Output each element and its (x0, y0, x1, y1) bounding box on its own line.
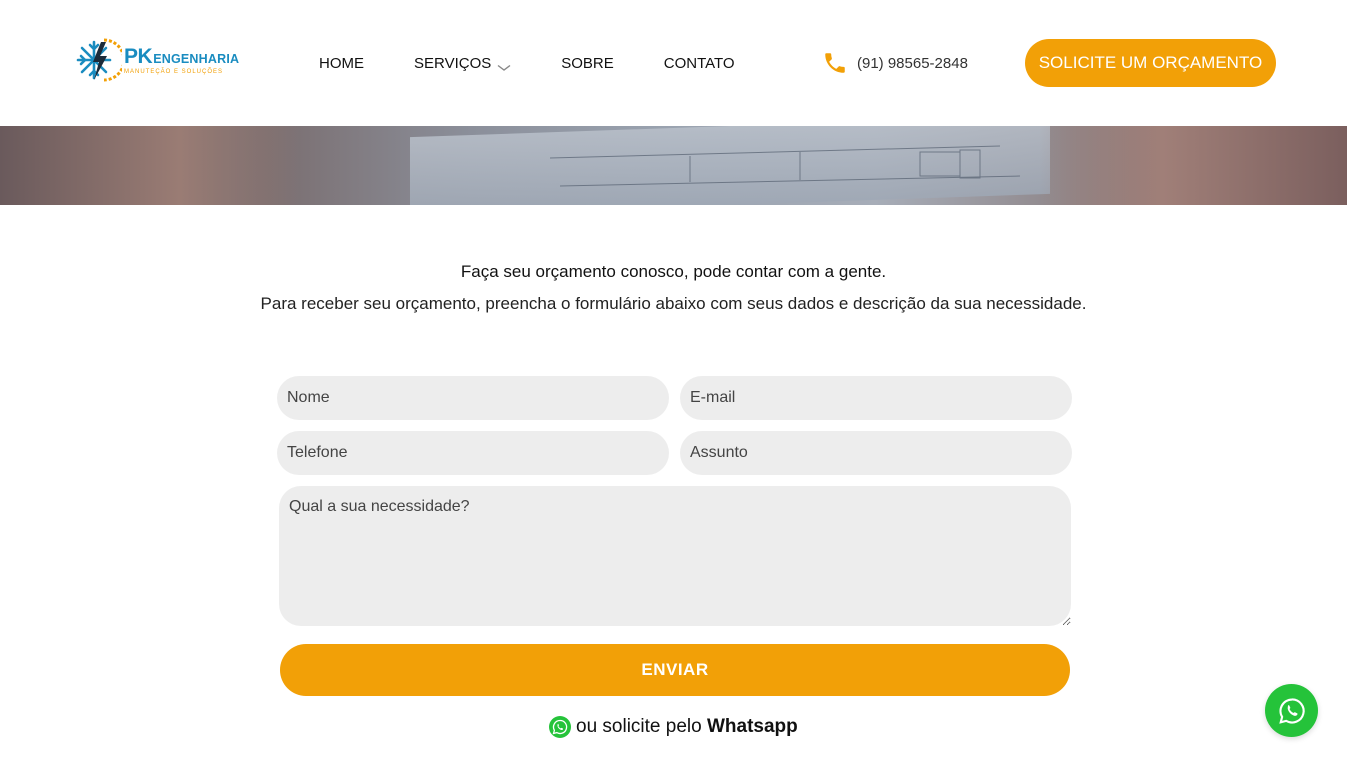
logo-wordmark: PK ENGENHARIA MANUTEÇÃO E SOLUÇÕES (124, 46, 239, 75)
site-header: PK ENGENHARIA MANUTEÇÃO E SOLUÇÕES HOME … (0, 0, 1347, 126)
header-phone[interactable]: (91) 98565-2848 (822, 50, 968, 76)
whatsapp-link[interactable]: ou solicite pelo Whatsapp (548, 714, 798, 740)
nav-contato[interactable]: CONTATO (664, 55, 735, 72)
hero-sketch-lines (549, 145, 1021, 187)
nav-contato-label: CONTATO (663, 54, 735, 72)
nav-home[interactable]: HOME (319, 55, 364, 72)
chevron-down-icon (497, 59, 511, 71)
intro-section: Faça seu orçamento conosco, pode contar … (0, 262, 1347, 314)
whatsapp-icon (548, 715, 572, 739)
nav-sobre-label: SOBRE (561, 54, 614, 72)
logo-engenharia: ENGENHARIA (153, 51, 240, 66)
main-nav: HOME SERVIÇOS SOBRE CONTATO (319, 52, 735, 74)
intro-title: Faça seu orçamento conosco, pode contar … (460, 262, 887, 281)
nav-servicos-label: SERVIÇOS (414, 54, 492, 72)
subject-input[interactable] (680, 431, 1072, 475)
logo[interactable]: PK ENGENHARIA MANUTEÇÃO E SOLUÇÕES (74, 36, 239, 84)
whatsapp-text: ou solicite pelo Whatsapp (576, 716, 798, 738)
snowflake-bolt-logo-icon (74, 36, 126, 84)
request-quote-button[interactable]: SOLICITE UM ORÇAMENTO (1025, 39, 1276, 87)
nav-servicos[interactable]: SERVIÇOS (414, 55, 511, 72)
whatsapp-prefix: ou solicite pelo (576, 716, 707, 737)
nav-home-label: HOME (319, 54, 364, 72)
submit-button[interactable]: ENVIAR (280, 644, 1070, 696)
logo-tagline: MANUTEÇÃO E SOLUÇÕES (124, 68, 224, 75)
email-input[interactable] (680, 376, 1072, 420)
whatsapp-label: Whatsapp (706, 716, 798, 737)
phone-input[interactable] (277, 431, 669, 475)
hero-arm-right (1040, 126, 1347, 205)
message-textarea[interactable] (279, 486, 1071, 626)
phone-icon (822, 50, 848, 76)
whatsapp-float-button[interactable] (1265, 684, 1318, 737)
phone-number: (91) 98565-2848 (857, 54, 968, 72)
whatsapp-icon (1278, 697, 1305, 724)
logo-pk: PK (124, 44, 153, 68)
nav-sobre[interactable]: SOBRE (561, 55, 614, 72)
hero-banner-image (0, 126, 1347, 205)
hero-arm-left (0, 126, 300, 205)
name-input[interactable] (277, 376, 669, 420)
intro-subtitle: Para receber seu orçamento, preencha o f… (260, 294, 1087, 313)
